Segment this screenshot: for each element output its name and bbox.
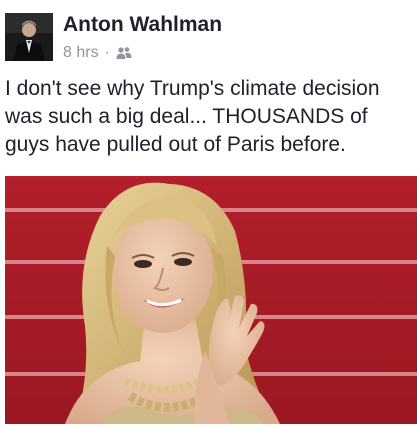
photo-woman-red-carpet-icon [5,176,417,424]
post-text-line: guys have pulled out of Paris before. [5,133,346,156]
post-text: I don't see why Trump's climate decision… [5,75,417,159]
post-timestamp[interactable]: 8 hrs [63,44,99,62]
meta-separator: · [104,44,110,61]
friends-icon[interactable] [116,46,132,60]
author-name[interactable]: Anton Wahlman [63,13,222,37]
facebook-post: Anton Wahlman 8 hrs · I don't see why Tr… [0,0,417,426]
author-avatar[interactable] [5,13,53,61]
avatar-photo-icon [5,13,53,61]
post-text-line: was such a big deal... THOUSANDS of [5,105,368,128]
post-meta: 8 hrs · [63,44,132,62]
post-photo[interactable] [5,176,417,424]
post-text-line: I don't see why Trump's climate decision [5,77,380,100]
